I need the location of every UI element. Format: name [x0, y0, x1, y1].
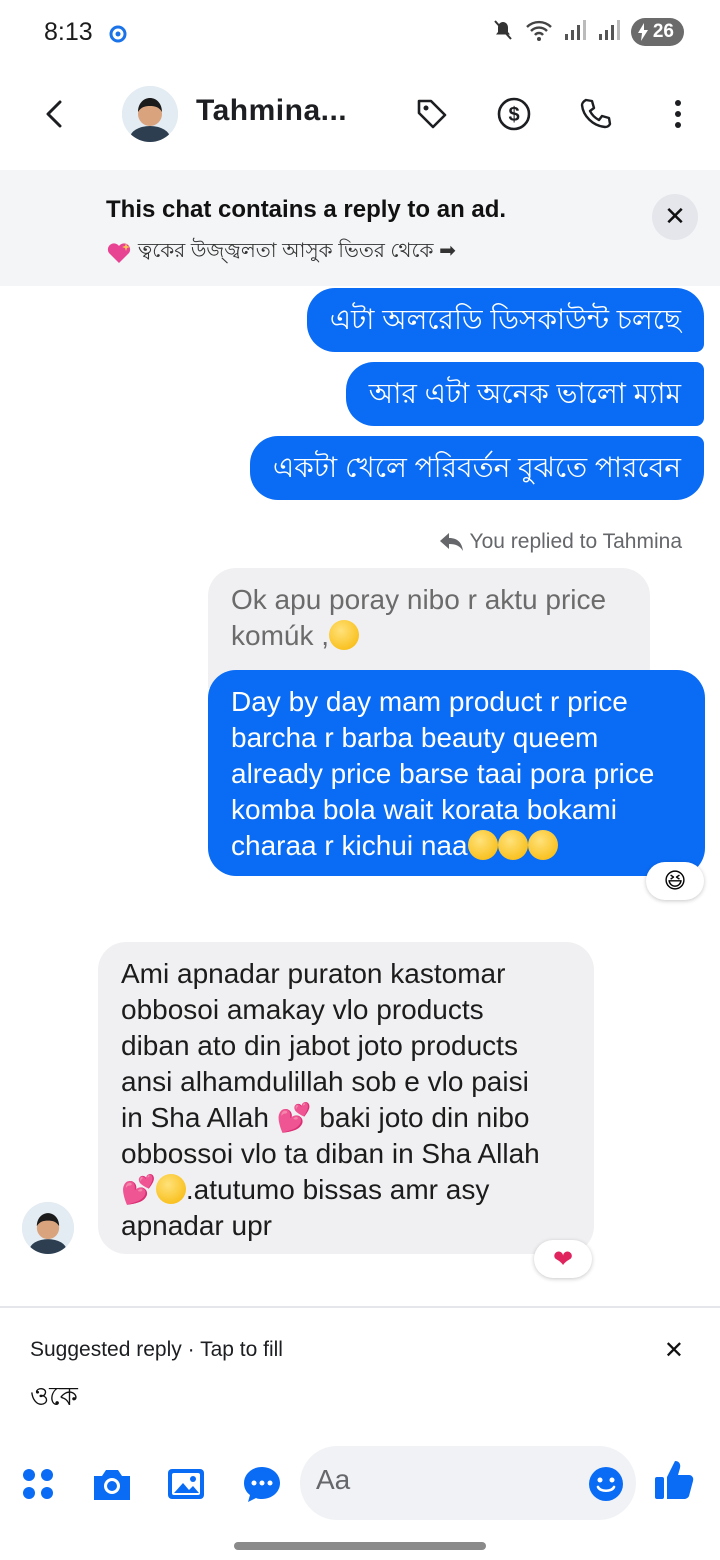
message-out-2[interactable]: আর এটা অনেক ভালো ম্যাম — [345, 362, 704, 426]
incoming-line-8: .atutumo bissas amr asy — [185, 1174, 490, 1205]
sender-avatar[interactable] — [22, 1202, 74, 1254]
reply-context-text: You replied to Tahmina — [469, 530, 683, 553]
svg-text:$: $ — [508, 104, 519, 126]
mute-icon — [491, 18, 515, 46]
incoming-line-1: Ami apnadar puraton kastomar — [121, 958, 506, 989]
suggested-reply-title: Suggested reply — [30, 1338, 182, 1361]
tag-icon — [417, 99, 447, 129]
divider — [0, 1306, 720, 1308]
phone-icon — [580, 98, 612, 129]
back-button[interactable] — [36, 94, 76, 134]
incoming-line-3: diban ato din jabot joto products — [121, 1030, 518, 1061]
battery-charging-icon — [637, 23, 648, 41]
reply-line-2: barcha r barba beauty queem — [231, 722, 599, 753]
contact-avatar[interactable] — [122, 86, 178, 142]
tap-to-fill-label: Tap to fill — [200, 1338, 283, 1361]
more-options-button[interactable] — [658, 94, 698, 134]
battery-level: 26 — [652, 21, 674, 42]
message-input[interactable] — [316, 1464, 576, 1496]
laughing-reaction[interactable]: 😆 — [646, 862, 704, 900]
ad-reply-banner: This chat contains a reply to an ad. ত্ব… — [0, 170, 720, 286]
reply-arrow-icon — [439, 533, 463, 551]
sparkling-heart-icon — [107, 242, 131, 263]
menu-button[interactable] — [16, 1462, 60, 1506]
signal-icon — [563, 18, 587, 46]
close-icon: ✕ — [664, 202, 686, 232]
smiling-face-emoji — [527, 830, 558, 860]
smiling-face-emoji — [329, 620, 360, 650]
quoted-line-1: Ok apu poray nibo r aktu price — [231, 584, 607, 615]
emoji-button[interactable] — [586, 1464, 626, 1508]
chat-header: Tahmina... $ — [0, 70, 720, 162]
incoming-line-5: in Sha Allah — [121, 1102, 269, 1133]
two-hearts-emoji: 💕 — [121, 1174, 156, 1205]
incoming-line-2: obbosoi amakay vlo products — [121, 994, 484, 1025]
back-arrow-icon — [46, 100, 62, 128]
close-icon: ✕ — [663, 1336, 684, 1364]
close-banner-button[interactable]: ✕ — [652, 194, 698, 240]
incoming-line-6: baki joto din nibo — [319, 1102, 530, 1133]
ad-banner-title: This chat contains a reply to an ad. — [106, 196, 507, 223]
wifi-icon — [525, 18, 553, 46]
message-out-3[interactable]: একটা খেলে পরিবর্তন বুঝতে পারবেন — [249, 436, 704, 500]
message-composer — [0, 1444, 720, 1524]
chat-options-button[interactable] — [240, 1462, 284, 1506]
signal-icon-2 — [597, 18, 621, 46]
contact-name[interactable]: Tahmina... — [196, 94, 347, 128]
payment-button[interactable]: $ — [494, 94, 534, 134]
like-button[interactable] — [652, 1458, 696, 1502]
camera-icon — [94, 1470, 130, 1500]
suggested-reply-label: Suggested reply · Tap to fill — [30, 1338, 283, 1361]
reply-context-label: You replied to Tahmina — [438, 530, 683, 554]
laughing-emoji-icon: 😆 — [663, 868, 687, 894]
smiling-face-emoji — [155, 1174, 186, 1204]
thumbs-up-icon — [655, 1461, 694, 1499]
heart-reaction[interactable]: ❤ — [534, 1240, 592, 1278]
reply-line-1: Day by day mam product r price — [231, 686, 628, 717]
four-dots-icon — [23, 1469, 53, 1499]
reply-line-3: already price barse taai pora price — [231, 758, 655, 789]
smiling-face-emoji — [497, 830, 528, 860]
ad-banner-subtitle[interactable]: ত্বকের উজ্জ্বলতা আসুক ভিতর থেকে ➡ — [106, 236, 456, 269]
two-hearts-emoji: 💕 — [276, 1102, 312, 1133]
ad-banner-subtitle-text: ত্বকের উজ্জ্বলতা আসুক ভিতর থেকে ➡ — [138, 240, 456, 262]
status-bar: 8:13 26 — [0, 0, 720, 68]
tag-button[interactable] — [412, 94, 452, 134]
reply-line-5: charaa r kichui naa — [231, 830, 468, 861]
gallery-button[interactable] — [164, 1462, 208, 1506]
message-in-1[interactable]: Ami apnadar puraton kastomar obbosoi ama… — [98, 942, 594, 1254]
chat-bubble-icon — [244, 1467, 280, 1502]
battery-indicator: 26 — [630, 18, 684, 46]
suggested-reply-text[interactable]: ওকে — [30, 1376, 78, 1420]
call-button[interactable] — [576, 94, 616, 134]
incoming-line-4: ansi alhamdulillah sob e vlo paisi — [121, 1066, 529, 1097]
camera-button[interactable] — [90, 1462, 134, 1506]
quoted-line-2: komúk , — [231, 620, 330, 651]
image-icon — [168, 1469, 204, 1499]
more-vertical-icon — [675, 100, 681, 128]
status-time: 8:13 — [44, 18, 93, 46]
dollar-icon: $ — [497, 97, 531, 131]
sync-icon — [108, 24, 128, 48]
home-indicator[interactable] — [234, 1542, 486, 1550]
incoming-line-9: apnadar upr — [121, 1210, 273, 1241]
emoji-icon — [589, 1467, 623, 1501]
incoming-line-7: obbossoi vlo ta diban in Sha Allah — [121, 1138, 540, 1169]
heart-icon: ❤ — [552, 1245, 574, 1273]
message-input-box[interactable] — [300, 1446, 636, 1520]
reply-line-4: komba bola wait korata bokami — [231, 794, 617, 825]
dismiss-suggestion-button[interactable]: ✕ — [664, 1336, 684, 1364]
smiling-face-emoji — [467, 830, 498, 860]
message-out-reply[interactable]: Day by day mam product r price barcha r … — [208, 670, 705, 876]
message-out-1[interactable]: এটা অলরেডি ডিসকাউন্ট চলছে — [306, 288, 704, 352]
